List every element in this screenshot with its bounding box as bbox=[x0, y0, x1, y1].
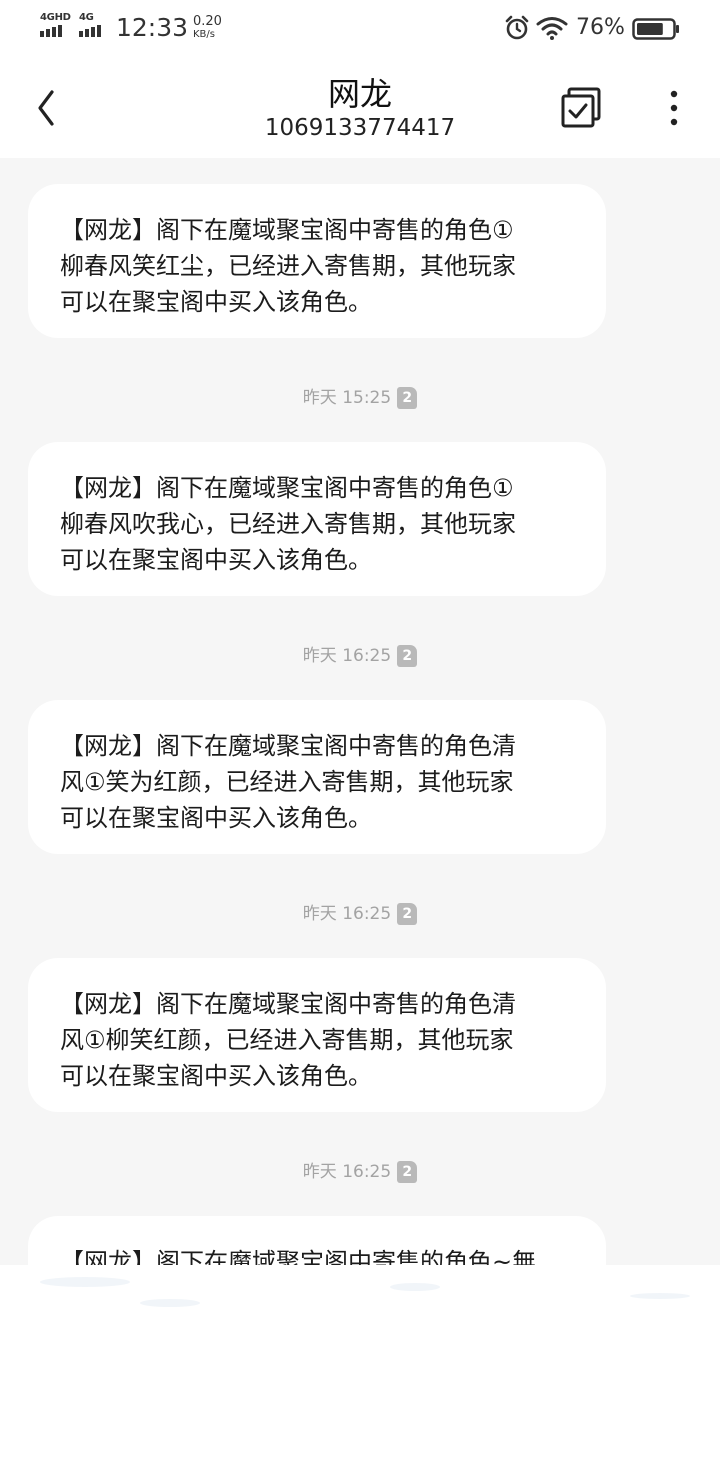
message-bubble[interactable]: 【网龙】阁下在魔域聚宝阁中寄售的角色~無 bbox=[28, 1216, 606, 1265]
net-speed-unit: KB/s bbox=[193, 29, 215, 40]
network-type-label-1: 4GHD bbox=[40, 12, 71, 23]
message-bubble[interactable]: 【网龙】阁下在魔域聚宝阁中寄售的角色清 风①笑为红颜，已经进入寄售期，其他玩家 … bbox=[28, 700, 606, 854]
contact-number: 1069133774417 bbox=[264, 115, 456, 141]
decorative-smudge bbox=[40, 1277, 130, 1287]
signal-sim1: 4GHD bbox=[40, 13, 71, 37]
message-text: 【网龙】阁下在魔域聚宝阁中寄售的角色~無 bbox=[60, 1248, 537, 1265]
decorative-smudge bbox=[140, 1299, 200, 1307]
net-speed: 0.20 KB/s bbox=[193, 15, 222, 41]
message-list[interactable]: 【网龙】阁下在魔域聚宝阁中寄售的角色① 柳春风笑红尘，已经进入寄售期，其他玩家 … bbox=[0, 158, 720, 1265]
decorative-smudge bbox=[630, 1293, 690, 1299]
message-text: 【网龙】阁下在魔域聚宝阁中寄售的角色清 风①柳笑红颜，已经进入寄售期，其他玩家 … bbox=[60, 990, 516, 1090]
network-type-label-2: 4G bbox=[79, 12, 94, 23]
battery-percent: 76% bbox=[576, 15, 625, 40]
message-bubble[interactable]: 【网龙】阁下在魔域聚宝阁中寄售的角色① 柳春风吹我心，已经进入寄售期，其他玩家 … bbox=[28, 442, 606, 596]
clock: 12:33 bbox=[116, 13, 189, 42]
sim-card-icon: 2 bbox=[397, 903, 418, 925]
alarm-icon bbox=[505, 15, 529, 40]
timestamp: 昨天 15:25 2 bbox=[0, 385, 720, 411]
net-speed-value: 0.20 bbox=[193, 14, 222, 29]
timestamp-text: 昨天 16:25 bbox=[302, 904, 392, 924]
timestamp-text: 昨天 16:25 bbox=[302, 646, 392, 666]
decorative-smudge bbox=[390, 1283, 440, 1291]
contact-name: 网龙 bbox=[327, 75, 392, 113]
signal-sim2: 4G bbox=[79, 13, 101, 37]
sim-card-icon: 2 bbox=[397, 387, 418, 409]
timestamp: 昨天 16:25 2 bbox=[0, 643, 720, 669]
conversation-header: 网龙 1069133774417 bbox=[0, 58, 720, 158]
message-text: 【网龙】阁下在魔域聚宝阁中寄售的角色① 柳春风吹我心，已经进入寄售期，其他玩家 … bbox=[60, 474, 516, 574]
timestamp-text: 昨天 15:25 bbox=[302, 388, 392, 408]
message-text: 【网龙】阁下在魔域聚宝阁中寄售的角色清 风①笑为红颜，已经进入寄售期，其他玩家 … bbox=[60, 732, 516, 832]
message-bubble[interactable]: 【网龙】阁下在魔域聚宝阁中寄售的角色清 风①柳笑红颜，已经进入寄售期，其他玩家 … bbox=[28, 958, 606, 1112]
timestamp: 昨天 16:25 2 bbox=[0, 901, 720, 927]
battery-icon bbox=[632, 18, 679, 40]
multi-select-button[interactable] bbox=[558, 84, 606, 132]
signal-bars-1-icon bbox=[40, 25, 71, 37]
bottom-overlay bbox=[0, 1265, 720, 1460]
message-bubble[interactable]: 【网龙】阁下在魔域聚宝阁中寄售的角色① 柳春风笑红尘，已经进入寄售期，其他玩家 … bbox=[28, 184, 606, 338]
wifi-icon bbox=[536, 17, 568, 40]
sim-card-icon: 2 bbox=[397, 645, 418, 667]
signal-bars-2-icon bbox=[79, 25, 101, 37]
sim-card-icon: 2 bbox=[397, 1161, 418, 1183]
timestamp-text: 昨天 16:25 bbox=[302, 1162, 392, 1182]
status-bar: 4GHD 4G 12:33 0.20 KB/s 76% bbox=[0, 0, 720, 58]
contact-info: 网龙 1069133774417 bbox=[0, 74, 720, 142]
timestamp: 昨天 16:25 2 bbox=[0, 1159, 720, 1185]
more-options-button[interactable] bbox=[658, 86, 690, 130]
message-text: 【网龙】阁下在魔域聚宝阁中寄售的角色① 柳春风笑红尘，已经进入寄售期，其他玩家 … bbox=[60, 216, 516, 316]
